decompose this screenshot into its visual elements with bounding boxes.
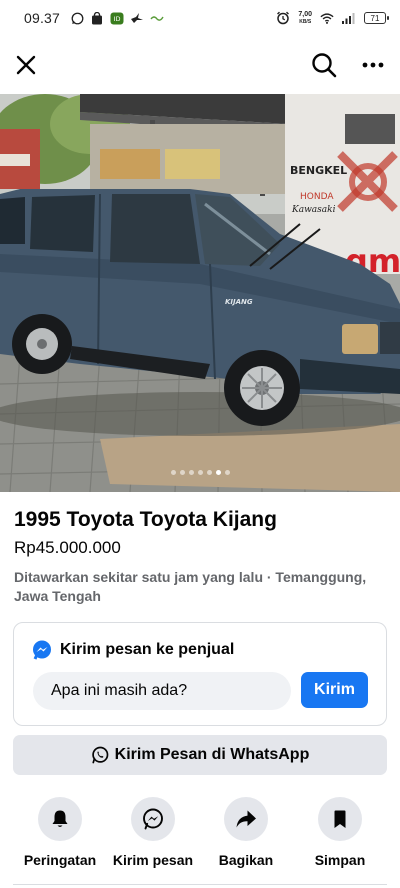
svg-text:ID: ID [114, 15, 121, 23]
car-photo-illustration: BENGKEL HONDA Kawasaki gm KIJANG [0, 94, 400, 492]
network-speed: 7,00 KB/S [298, 11, 312, 26]
messenger-icon [33, 640, 51, 660]
message-action-label: Kirim pesan [112, 852, 194, 868]
photo-dot[interactable] [197, 469, 203, 475]
share-icon [236, 810, 256, 828]
action-bar: Peringatan Kirim pesan Bagikan Simpan [0, 797, 400, 872]
wall-sign-bengkel: BENGKEL [290, 164, 347, 177]
alert-action-button[interactable]: Peringatan [13, 797, 107, 868]
share-action-button[interactable]: Bagikan [199, 797, 293, 868]
messenger-icon [143, 808, 163, 830]
app-notification-icon: ID [110, 11, 124, 25]
divider [13, 884, 387, 885]
wall-sign-honda: HONDA [300, 192, 334, 202]
shop-notification-icon [90, 11, 104, 25]
share-action-circle [224, 797, 268, 841]
car-badge: KIJANG [225, 298, 253, 306]
whatsapp-button-label: Kirim Pesan di WhatsApp [114, 746, 310, 763]
photo-dot[interactable] [206, 469, 212, 475]
bell-icon [52, 810, 68, 827]
more-horizontal-icon [362, 62, 384, 68]
close-icon [16, 55, 36, 75]
network-speed-unit: KB/S [299, 18, 312, 25]
status-time: 09.37 [24, 10, 61, 26]
message-input[interactable] [33, 672, 291, 710]
more-options-button[interactable] [356, 48, 390, 82]
save-action-circle [318, 797, 362, 841]
search-icon [312, 53, 337, 78]
send-message-button[interactable]: Kirim [301, 672, 368, 708]
share-action-label: Bagikan [218, 852, 274, 868]
listing-title: 1995 Toyota Toyota Kijang [14, 508, 277, 531]
small-app-notification-icon [150, 11, 164, 25]
alert-action-circle [38, 797, 82, 841]
photo-dot[interactable] [179, 469, 185, 475]
network-speed-value: 7,00 [298, 10, 312, 18]
battery-indicator: 71 [364, 12, 389, 24]
listing-price: Rp45.000.000 [14, 538, 121, 557]
listing-photo[interactable]: BENGKEL HONDA Kawasaki gm KIJANG [0, 94, 400, 492]
wall-sign-kawasaki: Kawasaki [291, 205, 336, 215]
alarm-icon [276, 11, 290, 25]
message-card-heading: Kirim pesan ke penjual [60, 641, 235, 658]
search-button[interactable] [307, 48, 341, 82]
photo-dot[interactable] [188, 469, 194, 475]
message-action-circle [131, 797, 175, 841]
save-action-label: Simpan [314, 852, 366, 868]
message-action-button[interactable]: Kirim pesan [106, 797, 200, 868]
photo-dot-active[interactable] [215, 469, 221, 475]
status-right: 7,00 KB/S 71 [276, 11, 389, 26]
status-bar: 09.37 ID 7,00 KB/S 71 [0, 0, 400, 36]
whatsapp-message-button[interactable]: Kirim Pesan di WhatsApp [13, 735, 387, 775]
photo-pagination [160, 466, 240, 478]
wifi-icon [320, 11, 334, 25]
listing-meta: Ditawarkan sekitar satu jam yang lalu · … [14, 569, 367, 604]
signal-icon [342, 11, 356, 25]
alert-action-label: Peringatan [23, 852, 97, 868]
message-card-header: Kirim pesan ke penjual [32, 640, 234, 660]
close-button[interactable] [9, 48, 43, 82]
bookmark-icon [334, 810, 346, 828]
bird-notification-icon [130, 11, 144, 25]
whatsapp-notification-icon [70, 11, 84, 25]
photo-dot[interactable] [170, 469, 176, 475]
save-action-button[interactable]: Simpan [293, 797, 387, 868]
notification-icons: ID [70, 11, 164, 25]
top-navigation [0, 40, 400, 90]
whatsapp-icon [91, 746, 108, 764]
photo-dot[interactable] [224, 469, 230, 475]
message-seller-card: Kirim pesan ke penjual Kirim [13, 622, 387, 726]
